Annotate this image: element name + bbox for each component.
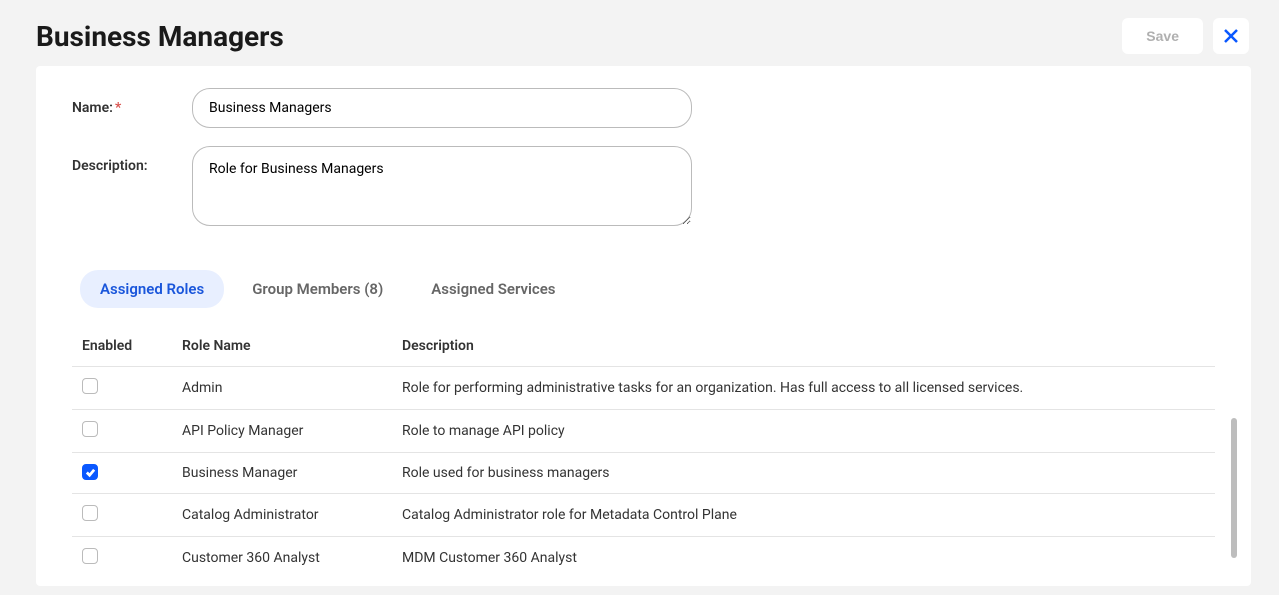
role-description-cell: Role for performing administrative tasks…	[392, 367, 1215, 410]
role-name-cell: Customer 360 Analyst	[172, 536, 392, 568]
role-enabled-checkbox[interactable]	[82, 421, 98, 437]
role-description-cell: Catalog Administrator role for Metadata …	[392, 493, 1215, 536]
table-row: AdminRole for performing administrative …	[72, 367, 1215, 410]
role-enabled-checkbox[interactable]	[82, 505, 98, 521]
col-header-enabled: Enabled	[72, 330, 172, 367]
content-panel: Name:* Description: Role for Business Ma…	[36, 66, 1251, 586]
name-label: Name:*	[72, 88, 192, 116]
table-row: Customer 360 AnalystMDM Customer 360 Ana…	[72, 536, 1215, 568]
required-indicator: *	[115, 100, 121, 116]
name-input[interactable]	[192, 88, 692, 128]
tab-group-members[interactable]: Group Members (8)	[232, 270, 403, 308]
role-enabled-checkbox[interactable]	[82, 464, 98, 480]
col-header-description: Description	[392, 330, 1215, 367]
close-button[interactable]	[1213, 18, 1249, 54]
description-label: Description:	[72, 146, 192, 174]
role-enabled-checkbox[interactable]	[82, 378, 98, 394]
role-enabled-checkbox[interactable]	[82, 548, 98, 564]
close-icon	[1223, 28, 1239, 44]
role-name-cell: Business Manager	[172, 453, 392, 494]
tab-assigned-services[interactable]: Assigned Services	[411, 270, 575, 308]
role-name-cell: Admin	[172, 367, 392, 410]
role-name-cell: API Policy Manager	[172, 410, 392, 453]
role-description-cell: Role to manage API policy	[392, 410, 1215, 453]
role-name-cell: Catalog Administrator	[172, 493, 392, 536]
table-row: Business ManagerRole used for business m…	[72, 453, 1215, 494]
role-description-cell: Role used for business managers	[392, 453, 1215, 494]
table-row: API Policy ManagerRole to manage API pol…	[72, 410, 1215, 453]
tab-assigned-roles[interactable]: Assigned Roles	[80, 270, 224, 308]
table-row: Catalog AdministratorCatalog Administrat…	[72, 493, 1215, 536]
description-textarea[interactable]: Role for Business Managers	[192, 146, 692, 226]
page-title: Business Managers	[36, 20, 284, 53]
roles-table: Enabled Role Name Description AdminRole …	[72, 330, 1215, 568]
save-button[interactable]: Save	[1122, 18, 1203, 54]
col-header-role-name: Role Name	[172, 330, 392, 367]
role-description-cell: MDM Customer 360 Analyst	[392, 536, 1215, 568]
tabs: Assigned Roles Group Members (8) Assigne…	[36, 244, 1251, 308]
scrollbar-thumb[interactable]	[1231, 418, 1237, 558]
